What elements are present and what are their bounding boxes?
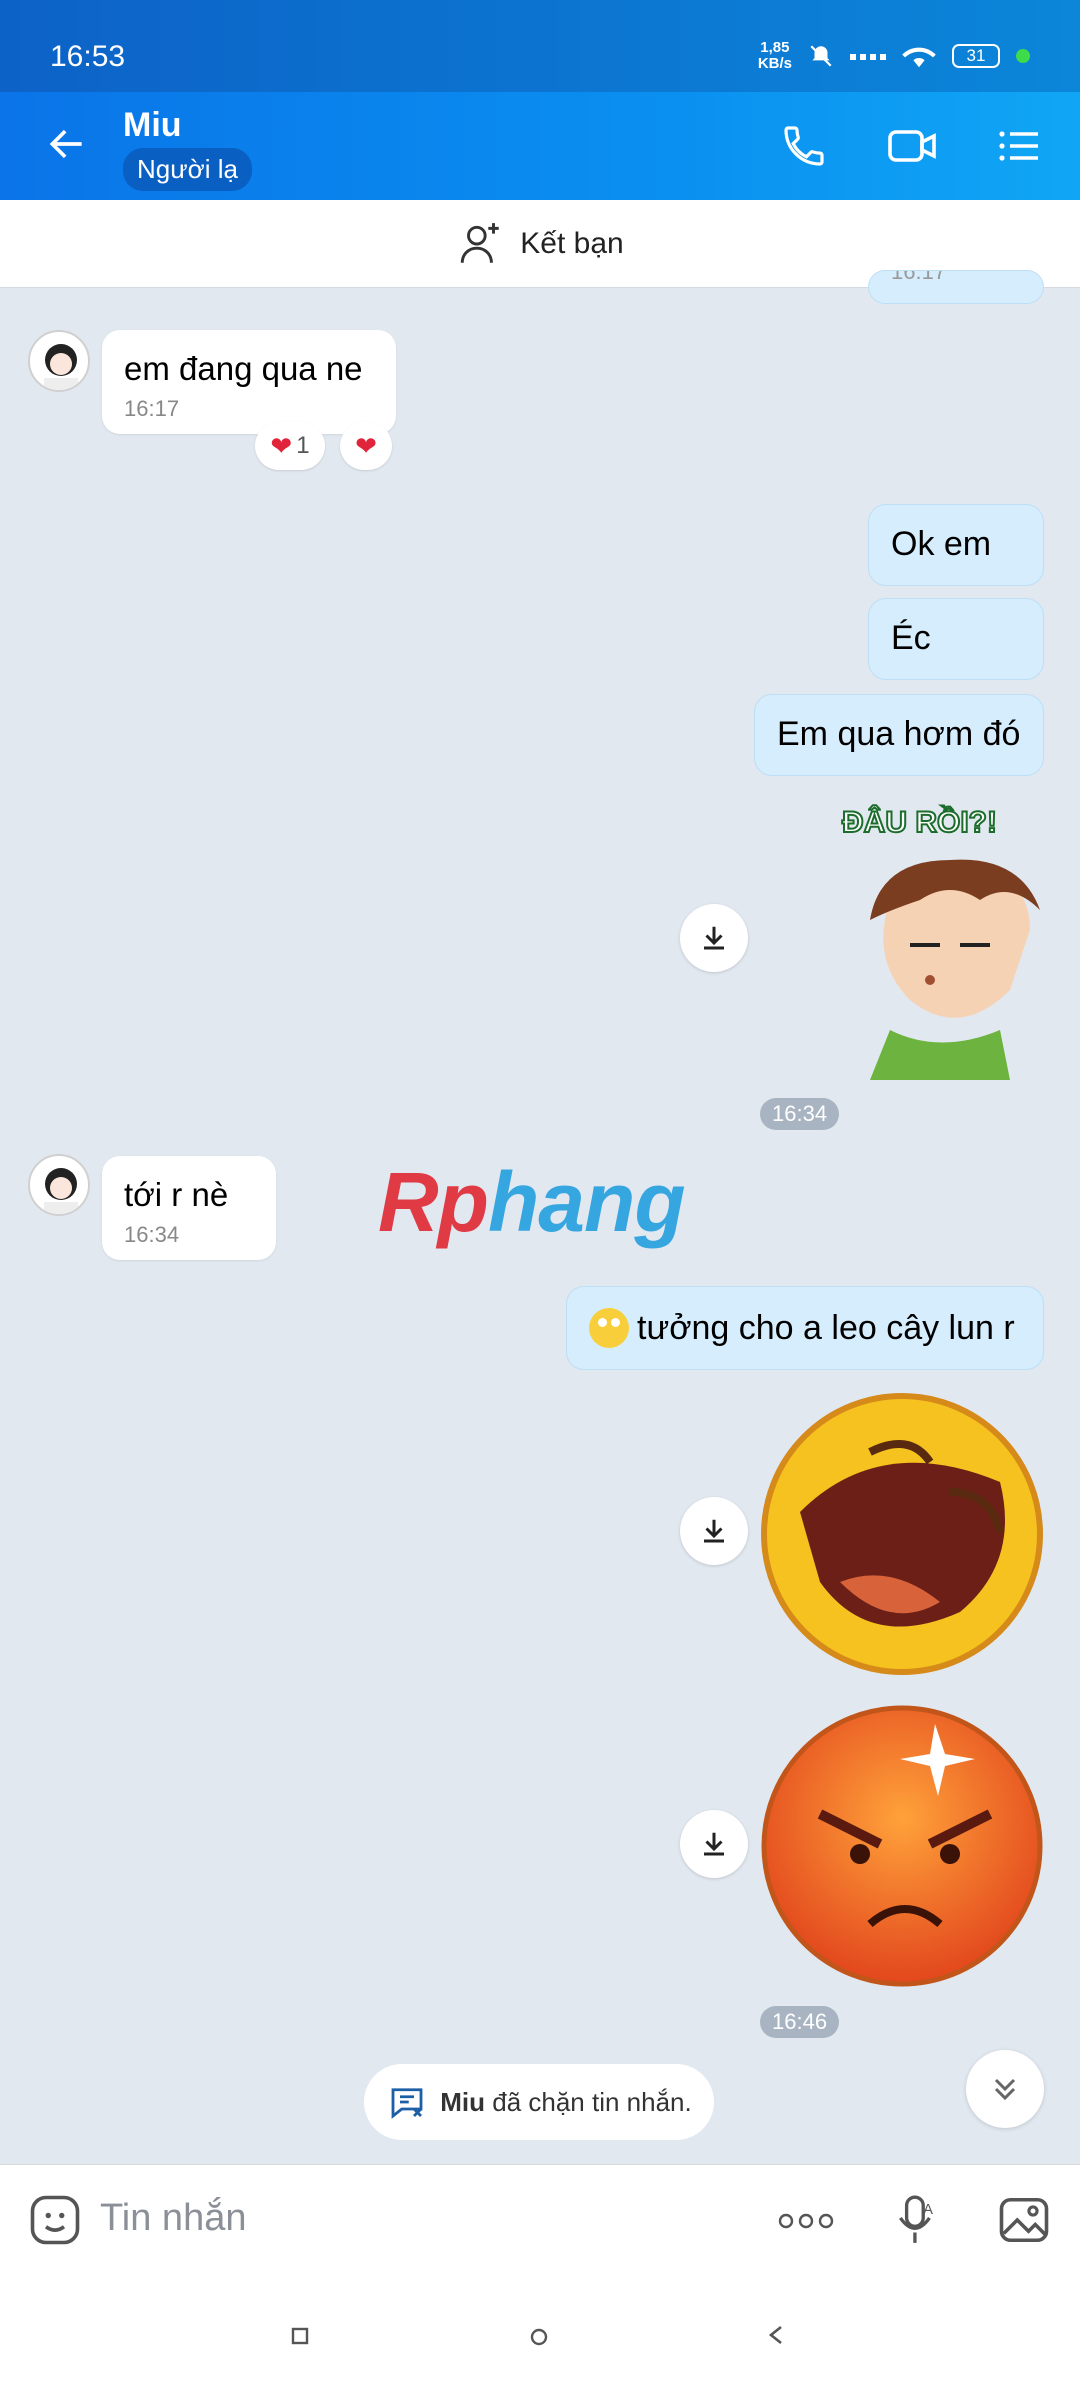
download-sticker-button[interactable] (680, 1810, 748, 1878)
download-sticker-button[interactable] (680, 1497, 748, 1565)
message-text: Ok em (891, 525, 992, 563)
contact-avatar[interactable] (28, 330, 90, 392)
sticker-dau-roi[interactable]: ĐÂU RỒI?! (830, 800, 1050, 1080)
reaction-summary[interactable]: ❤ 1 (255, 422, 325, 470)
message-text: tới r nè (124, 1176, 229, 1213)
reaction-count: 1 (296, 432, 310, 459)
heart-react-button[interactable]: ❤ (340, 422, 392, 470)
message-time: 16:34 (124, 1222, 180, 1247)
download-icon (704, 1519, 724, 1543)
system-navigation-bar (0, 2274, 1080, 2400)
image-gallery-icon[interactable] (996, 2193, 1052, 2247)
status-icons: 1,85 KB/s 31 (758, 40, 1030, 72)
angry-emoji-sticker[interactable] (760, 1704, 1044, 1988)
more-options-icon[interactable] (778, 2203, 834, 2239)
add-friend-icon (461, 222, 499, 263)
heart-icon: ❤ (355, 430, 377, 461)
blocked-text: đã chặn tin nhắn. (485, 2086, 692, 2117)
voice-to-text-icon[interactable]: A (892, 2193, 942, 2247)
message-input-bar: Tin nhắn A (0, 2164, 1080, 2274)
blocked-name: Miu (440, 2086, 486, 2117)
heart-icon: ❤ (270, 430, 293, 461)
partial-outgoing-bubble: 16:17 (868, 270, 1044, 304)
status-bar: 16:53 1,85 KB/s 31 (0, 0, 1080, 92)
mute-bell-icon (810, 45, 832, 67)
back-nav-icon[interactable] (766, 2324, 786, 2346)
message-text: em đang qua ne (124, 350, 363, 387)
home-icon[interactable] (528, 2326, 550, 2348)
message-time: 16:17 (124, 396, 180, 421)
double-chevron-down-icon (994, 2078, 1016, 2101)
time-separator: 16:46 (760, 2006, 840, 2038)
download-icon (704, 1832, 724, 1856)
incoming-message-bubble[interactable]: tới r nè 16:34 (102, 1156, 276, 1260)
battery-icon: 31 (952, 44, 1000, 68)
scroll-to-bottom-button[interactable] (966, 2050, 1044, 2128)
message-input[interactable]: Tin nhắn (100, 2197, 246, 2240)
contact-name[interactable]: Miu (123, 106, 182, 145)
time-separator: 16:34 (760, 1098, 840, 1130)
phone-call-icon[interactable] (780, 122, 828, 170)
incoming-message-bubble[interactable]: em đang qua ne 16:17 (102, 330, 396, 434)
status-time: 16:53 (50, 40, 126, 73)
download-icon (704, 926, 724, 950)
blocked-chat-icon (391, 2088, 423, 2119)
watermark-logo: Rphang (378, 1155, 686, 1249)
outgoing-message-bubble[interactable]: Éc (868, 598, 1044, 680)
menu-list-icon[interactable] (994, 122, 1042, 170)
laughing-emoji-sticker[interactable] (760, 1392, 1044, 1676)
outgoing-message-bubble[interactable]: Em qua hơm đó (754, 694, 1044, 776)
network-speed: 1,85 KB/s (757, 39, 792, 72)
outgoing-message-bubble[interactable]: Ok em (868, 504, 1044, 586)
message-text: tưởng cho a leo cây lun r (637, 1308, 1015, 1347)
blocked-notice: Miu đã chặn tin nhắn. (364, 2064, 714, 2140)
recent-apps-icon[interactable] (290, 2326, 310, 2346)
contact-avatar[interactable] (28, 1154, 90, 1216)
wifi-icon (902, 47, 936, 68)
message-text: Em qua hơm đó (777, 715, 1021, 753)
svg-text:A: A (923, 2202, 933, 2218)
message-text: Éc (891, 619, 931, 657)
outgoing-message-bubble[interactable]: tưởng cho a leo cây lun r (566, 1286, 1044, 1370)
green-dot-indicator (1016, 49, 1030, 63)
video-call-icon[interactable] (886, 122, 938, 170)
sticker-caption: ĐÂU RỒI?! (841, 805, 998, 840)
back-arrow-icon[interactable] (45, 122, 89, 166)
title-bar: Miu Người lạ (0, 92, 1080, 200)
signal-dots-icon (850, 54, 886, 60)
rolling-eyes-emoji-icon (589, 1308, 629, 1348)
add-friend-label: Kết bạn (520, 226, 624, 260)
stranger-badge: Người lạ (123, 148, 252, 191)
sticker-emoji-icon[interactable] (28, 2193, 82, 2247)
download-sticker-button[interactable] (680, 904, 748, 972)
chat-header: 16:53 1,85 KB/s 31 Miu Người lạ (0, 0, 1080, 200)
